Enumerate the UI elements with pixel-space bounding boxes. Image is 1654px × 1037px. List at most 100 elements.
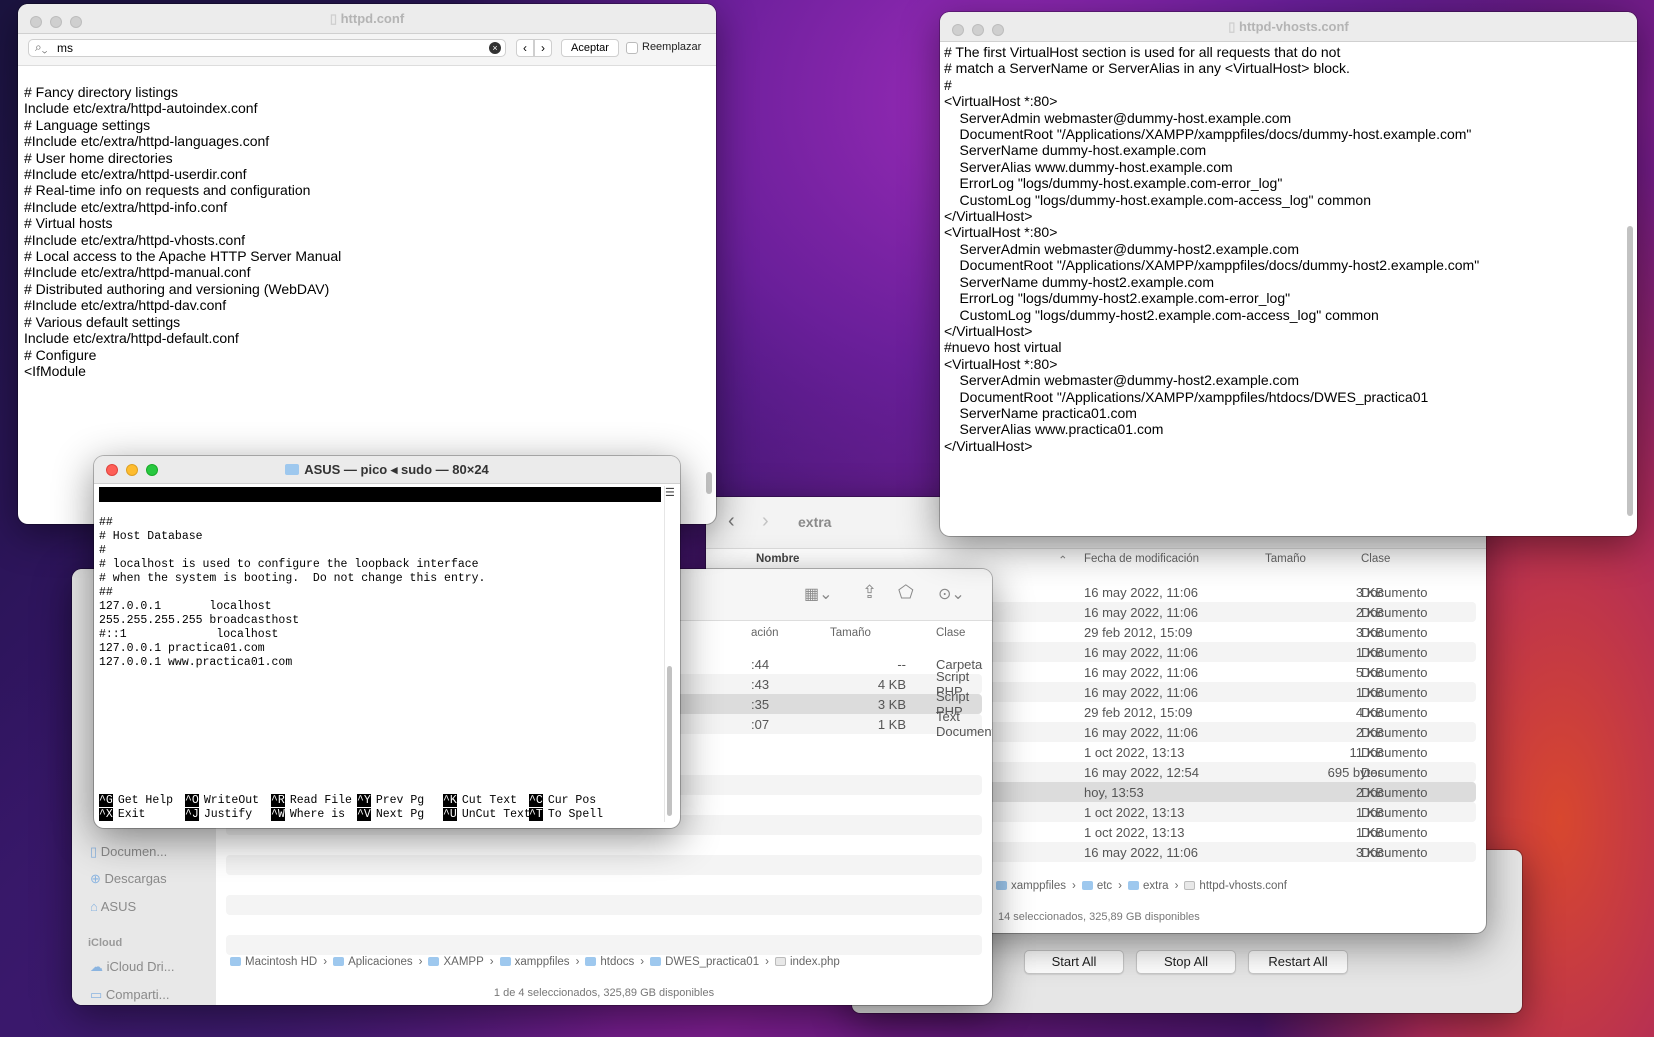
path-segment[interactable]: XAMPP <box>428 956 484 968</box>
shortcut-key: ^O <box>185 794 199 807</box>
text-line: ErrorLog "logs/dummy-host.example.com-er… <box>944 175 1283 192</box>
file-date: :07 <box>751 716 770 732</box>
prev-match-button[interactable]: ‹ <box>516 39 534 57</box>
document-icon: ▯ <box>90 844 101 859</box>
buffer-line: # when the system is booting. Do not cha… <box>99 572 486 585</box>
share-icon[interactable]: ⇪ <box>862 582 877 603</box>
path-label: xamppfiles <box>514 956 570 968</box>
httpd-scrollbar[interactable] <box>706 472 712 494</box>
path-segment[interactable]: httpd-vhosts.conf <box>1184 880 1287 892</box>
file-kind: Documento <box>1361 784 1428 800</box>
buffer-line: ## <box>99 586 113 599</box>
file-date: 16 may 2022, 11:06 <box>1084 644 1198 660</box>
restart-all-button[interactable]: Restart All <box>1248 950 1348 974</box>
col-date[interactable]: Fecha de modificación <box>1084 553 1199 565</box>
stop-all-button[interactable]: Stop All <box>1136 950 1236 974</box>
search-field[interactable]: ⌕⌄ ms × <box>28 39 506 57</box>
shortcut-label: Justify <box>203 808 253 821</box>
window-title: ▯ httpd-vhosts.conf <box>940 19 1637 35</box>
folder-icon <box>996 881 1007 890</box>
file-size: 3 KB <box>877 696 906 712</box>
text-line: # User home directories <box>24 149 173 166</box>
terminal-window: ASUS — pico ◂ sudo — 80×24 UW PICO 5.09 … <box>94 456 680 828</box>
shortcut-item: ^J Justify <box>185 808 252 822</box>
sidebar-item-shared[interactable]: ▭ Comparti... <box>90 987 169 1003</box>
file-kind: Documento <box>1361 744 1428 760</box>
shortcut-item: ^R Read File <box>271 794 352 808</box>
shortcut-label: Read File <box>289 794 352 807</box>
start-all-button[interactable]: Start All <box>1024 950 1124 974</box>
chevron-right-icon: › <box>1071 880 1076 892</box>
col-name[interactable]: Nombre <box>756 553 799 565</box>
shortcut-key: ^G <box>99 794 113 807</box>
accept-button[interactable]: Aceptar <box>561 39 619 57</box>
path-segment[interactable]: extra <box>1128 880 1169 892</box>
shortcut-item: ^Y Prev Pg <box>357 794 424 808</box>
forward-icon[interactable]: › <box>762 510 769 533</box>
text-line: # Fancy directory listings <box>24 84 179 100</box>
shortcut-label: Where is <box>289 808 346 821</box>
pico-version: UW PICO 5.09 <box>126 501 224 514</box>
shortcut-key: ^V <box>357 808 371 821</box>
shortcut-key: ^W <box>271 808 285 821</box>
col-kind[interactable]: Clase <box>1361 553 1390 565</box>
chevron-right-icon: › <box>765 956 769 968</box>
vhosts-scrollbar[interactable] <box>1627 226 1633 516</box>
folder-icon <box>650 957 662 966</box>
vhosts-text: # The first VirtualHost section is used … <box>944 44 1623 454</box>
folder-icon <box>499 957 511 966</box>
text-line: # Distributed authoring and versioning (… <box>24 280 330 297</box>
vhosts-text-area[interactable]: # The first VirtualHost section is used … <box>944 44 1623 508</box>
text-line: DocumentRoot "/Applications/XAMPP/xamppf… <box>944 388 1429 405</box>
search-input[interactable]: ms <box>57 41 73 55</box>
path-segment[interactable]: DWES_practica01 <box>650 956 759 968</box>
sidebar-item-downloads[interactable]: ⊕ Descargas <box>90 871 167 887</box>
pico-header: UW PICO 5.09 File: /etc/hosts <box>99 487 661 528</box>
path-segment[interactable]: Macintosh HD <box>230 956 317 968</box>
file-kind: Documento <box>1361 844 1428 860</box>
back-icon[interactable]: ‹ <box>728 510 735 533</box>
search-icon: ⌕⌄ <box>35 40 48 54</box>
document-icon: ▯ <box>329 10 341 26</box>
view-grid-icon[interactable]: ▦⌄ <box>804 584 833 604</box>
file-date: 16 may 2022, 11:06 <box>1084 584 1198 600</box>
buffer-line: #::1 localhost <box>99 628 279 641</box>
shortcut-row: ^G Get Help ^O WriteOut ^R Read File ^Y Prev Pg… <box>99 794 659 808</box>
text-line: ServerName practica01.com <box>944 404 1137 421</box>
shortcut-key: ^X <box>99 808 113 821</box>
clear-search-icon[interactable]: × <box>489 42 501 54</box>
col-size[interactable]: Tamaño <box>830 627 871 639</box>
col-size[interactable]: Tamaño <box>1265 553 1306 565</box>
text-line: ServerAdmin webmaster@dummy-host2.exampl… <box>944 372 1299 389</box>
buffer-line: # <box>99 544 106 557</box>
replace-checkbox[interactable] <box>626 42 638 54</box>
path-segment[interactable]: htdocs <box>585 956 634 968</box>
text-line: #nuevo host virtual <box>944 339 1062 356</box>
path-segment[interactable]: etc <box>1081 880 1112 892</box>
shortcut-item: ^V Next Pg <box>357 808 424 822</box>
col-date[interactable]: ación <box>751 627 779 639</box>
text-line: </VirtualHost> <box>944 208 1033 225</box>
terminal-scrollbar[interactable] <box>667 666 672 816</box>
col-kind[interactable]: Clase <box>936 627 965 639</box>
path-segment[interactable]: index.php <box>774 956 840 968</box>
path-segment[interactable]: Aplicaciones <box>333 956 413 968</box>
next-match-button[interactable]: › <box>534 39 552 57</box>
pico-buffer[interactable]: ## # Host Database # # localhost is used to… <box>99 516 659 670</box>
pico-shortcuts: ^G Get Help ^O WriteOut ^R Read File ^Y Prev Pg… <box>99 794 659 822</box>
text-line: # The first VirtualHost section is used … <box>944 44 1341 60</box>
text-line: <VirtualHost *:80> <box>944 224 1058 241</box>
shortcut-label: Next Pg <box>375 808 425 821</box>
path-segment[interactable]: xamppfiles <box>499 956 570 968</box>
file-size: 1 KB <box>877 716 906 732</box>
path-segment[interactable]: xamppfiles <box>996 880 1066 892</box>
tag-icon[interactable]: ⬠ <box>898 582 914 603</box>
sidebar-item-documents[interactable]: ▯ Documen... <box>90 844 167 860</box>
sidebar-item-asus[interactable]: ⌂ ASUS <box>90 899 136 914</box>
sidebar-item-icloud-drive[interactable]: ☁ iCloud Dri... <box>90 959 175 975</box>
more-actions-icon[interactable]: ⊙⌄ <box>938 584 965 604</box>
file-kind: Documento <box>1361 604 1428 620</box>
menu-icon[interactable]: ☰ <box>665 486 675 499</box>
folder-icon <box>1081 881 1093 890</box>
path-label: DWES_practica01 <box>665 956 760 968</box>
